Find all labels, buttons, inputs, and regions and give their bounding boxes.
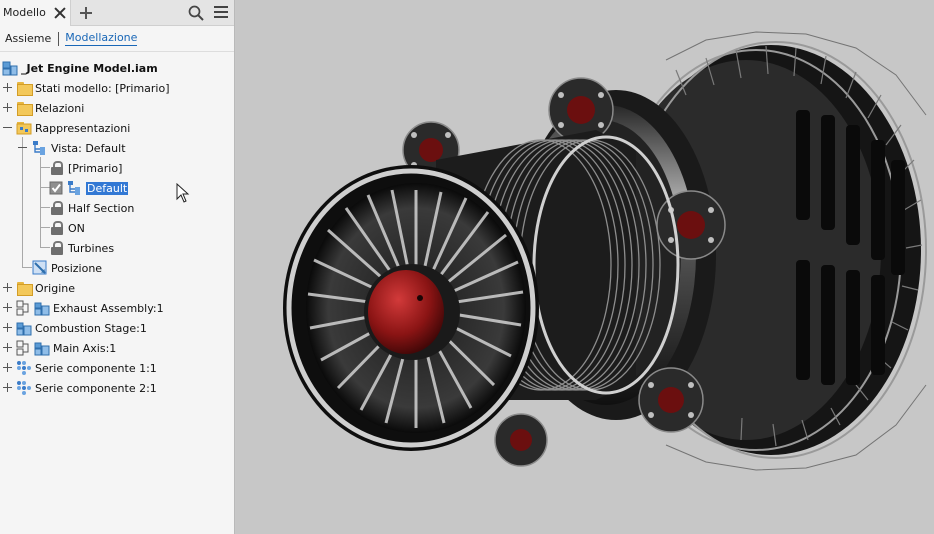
- tree-item-relazioni[interactable]: Relazioni: [16, 98, 84, 118]
- expand-icon[interactable]: [3, 363, 12, 372]
- tree-item-label: Posizione: [51, 261, 103, 275]
- tree-item-label-selected: Default: [86, 181, 129, 195]
- tree-item-root[interactable]: _Jet Engine Model.iam: [2, 58, 158, 78]
- expand-icon[interactable]: [3, 303, 12, 312]
- tab-modello-label: Modello: [3, 6, 46, 19]
- tree-item-label: Rappresentazioni: [35, 121, 131, 135]
- tree-item-label: Turbines: [68, 241, 115, 255]
- lock-icon: [49, 220, 65, 236]
- tree-item-label: ON: [68, 221, 85, 235]
- representations-folder-icon: [16, 122, 32, 135]
- tab-modello[interactable]: Modello: [0, 0, 71, 26]
- tree-item-label: Serie componente 1:1: [35, 361, 157, 375]
- subassembly-icon: [16, 322, 32, 336]
- tree-root-label: _Jet Engine Model.iam: [21, 61, 158, 75]
- subtab-assieme[interactable]: Assieme: [5, 32, 51, 45]
- expand-icon[interactable]: [3, 283, 12, 292]
- tree-item-label: [Primario]: [68, 161, 123, 175]
- position-representation-icon: [32, 260, 47, 275]
- checkbox-checked-icon[interactable]: [49, 180, 65, 196]
- folder-icon: [16, 100, 33, 116]
- tree-item-label: Relazioni: [35, 101, 85, 115]
- pattern-icon: [17, 361, 31, 375]
- folder-icon: [16, 80, 33, 96]
- tree-item-rappresentazioni[interactable]: Rappresentazioni: [16, 118, 130, 138]
- collapse-icon[interactable]: [3, 123, 12, 132]
- tree-item-exhaust-assembly[interactable]: Exhaust Assembly:1: [16, 298, 164, 318]
- model-browser-panel: Modello Assieme Modellazione _Jet Engine…: [0, 0, 235, 534]
- browser-tab-bar: Modello: [0, 0, 234, 26]
- tree-item-on[interactable]: ON: [49, 218, 85, 238]
- constraint-icon: [16, 340, 29, 356]
- tree-item-default[interactable]: Default: [49, 178, 129, 198]
- view-representation-icon: [68, 181, 80, 195]
- tree-item-stati-modello[interactable]: Stati modello: [Primario]: [16, 78, 170, 98]
- close-icon[interactable]: [54, 7, 66, 19]
- tree-item-label: Stati modello: [Primario]: [35, 81, 170, 95]
- tree-item-origine[interactable]: Origine: [16, 278, 75, 298]
- subtab-divider: [58, 31, 60, 46]
- view-representation-icon: [33, 141, 45, 155]
- add-tab-icon[interactable]: [79, 6, 93, 20]
- mouse-cursor-icon: [176, 183, 190, 203]
- tree-item-posizione[interactable]: Posizione: [32, 258, 102, 278]
- expand-icon[interactable]: [3, 103, 12, 112]
- jet-engine-3d-model[interactable]: [236, 0, 934, 534]
- tree-item-primario[interactable]: [Primario]: [49, 158, 122, 178]
- tree-item-label: Exhaust Assembly:1: [53, 301, 164, 315]
- tree-item-serie-componente-2[interactable]: Serie componente 2:1: [16, 378, 157, 398]
- tree-item-label: Origine: [35, 281, 76, 295]
- tree-item-main-axis[interactable]: Main Axis:1: [16, 338, 116, 358]
- subassembly-icon: [34, 302, 50, 316]
- folder-icon: [16, 280, 33, 296]
- subassembly-icon: [34, 342, 50, 356]
- tree-item-half-section[interactable]: Half Section: [49, 198, 134, 218]
- expand-icon[interactable]: [3, 323, 12, 332]
- pattern-icon: [17, 381, 31, 395]
- front-fan: [283, 165, 539, 451]
- constraint-icon: [16, 300, 29, 316]
- tree-item-combustion-stage[interactable]: Combustion Stage:1: [16, 318, 147, 338]
- lock-icon: [49, 240, 65, 256]
- menu-icon[interactable]: [214, 5, 228, 19]
- expand-icon[interactable]: [3, 383, 12, 392]
- lock-icon: [49, 200, 65, 216]
- search-icon[interactable]: [188, 5, 204, 21]
- tree-item-label: Main Axis:1: [53, 341, 117, 355]
- lock-icon: [49, 160, 65, 176]
- tree-item-label: Combustion Stage:1: [35, 321, 147, 335]
- tree-item-serie-componente-1[interactable]: Serie componente 1:1: [16, 358, 157, 378]
- collapse-icon[interactable]: [18, 143, 27, 152]
- tree-item-vista[interactable]: Vista: Default: [32, 138, 126, 158]
- assembly-icon: [2, 61, 18, 76]
- tree-item-label: Serie componente 2:1: [35, 381, 157, 395]
- browser-subtabs: Assieme Modellazione: [0, 26, 234, 52]
- tree-item-turbines[interactable]: Turbines: [49, 238, 114, 258]
- tree-item-label: Half Section: [68, 201, 135, 215]
- expand-icon[interactable]: [3, 343, 12, 352]
- graphics-viewport[interactable]: [236, 0, 934, 534]
- tree-item-label: Vista: Default: [51, 141, 126, 155]
- subtab-modellazione[interactable]: Modellazione: [65, 31, 138, 46]
- expand-icon[interactable]: [3, 83, 12, 92]
